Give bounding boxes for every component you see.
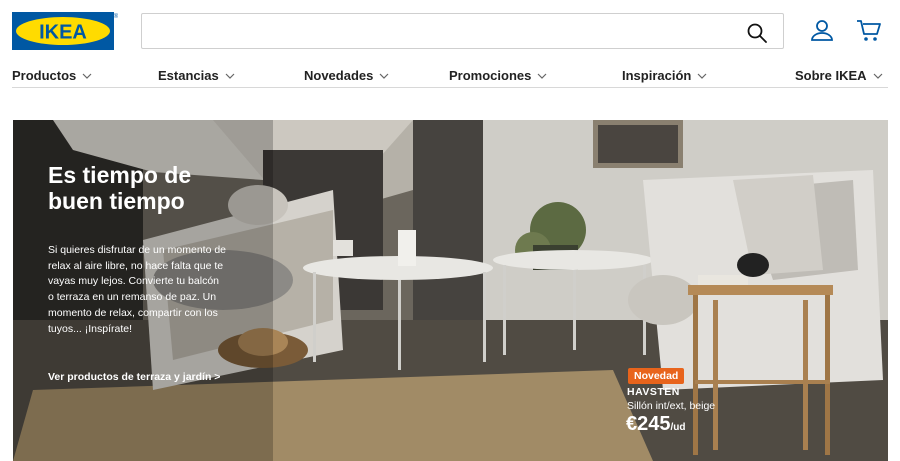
nav-item-promociones[interactable]: Promociones [449,68,547,83]
nav-item-label: Novedades [304,68,374,83]
logo-text: IKEA [39,22,87,44]
price-value: €245 [626,413,671,435]
chevron-down-icon [697,73,707,79]
cart-icon[interactable] [856,18,882,44]
new-badge: Novedad [628,368,685,384]
product-name[interactable]: HAVSTEN [627,386,680,398]
product-description: Sillón int/ext, beige [627,400,716,412]
chevron-down-icon [82,73,92,79]
nav-item-label: Sobre IKEA [795,68,867,83]
hero-title-line: buen tiempo [48,188,185,214]
nav-item-label: Inspiración [622,68,692,83]
nav-item-novedades[interactable]: Novedades [304,68,389,83]
terrace-products-link[interactable]: Ver productos de terraza y jardín > [48,371,220,383]
nav-item-estancias[interactable]: Estancias [158,68,235,83]
chevron-down-icon [537,73,547,79]
nav-item-label: Promociones [449,68,532,83]
search-input[interactable] [152,20,732,42]
product-price: €245/ud [626,413,686,436]
ikea-logo[interactable]: IKEA ® [12,12,118,50]
nav-item-sobre-ikea[interactable]: Sobre IKEA [795,68,883,83]
registered-mark: ® [114,13,118,20]
nav-item-productos[interactable]: Productos [12,68,92,83]
hero-title-line: Es tiempo de [48,162,192,188]
hero-description: Si quieres disfrutar de un momento de re… [48,244,227,335]
chevron-down-icon [379,73,389,79]
price-unit: /ud [670,422,686,433]
nav-item-label: Estancias [158,68,219,83]
hero-banner[interactable]: Es tiempo de buen tiempo Si quieres disf… [13,120,888,461]
nav-item-inspiracion[interactable]: Inspiración [622,68,707,83]
main-nav: Productos Estancias Novedades Promocione… [12,67,888,88]
search-box[interactable] [141,13,784,49]
chevron-down-icon [873,73,882,79]
hero-title: Es tiempo de buen tiempo [48,162,248,214]
chevron-down-icon [225,73,235,79]
nav-item-label: Productos [12,68,77,83]
search-icon[interactable] [747,23,767,43]
user-icon[interactable] [809,18,835,44]
